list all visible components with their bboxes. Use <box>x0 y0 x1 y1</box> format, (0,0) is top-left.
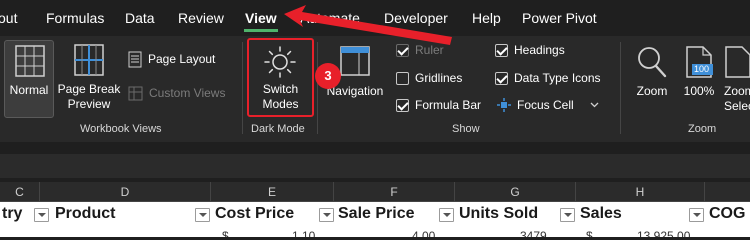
table-header-sale-price: Sale Price <box>338 205 415 222</box>
column-header-e[interactable]: E <box>211 182 334 202</box>
column-header-h[interactable]: H <box>576 182 705 202</box>
filter-dropdown-icon[interactable] <box>319 208 334 222</box>
sales-currency-symbol: $ <box>586 229 593 237</box>
table-header-cost-price: Cost Price <box>215 205 295 222</box>
table-header-product: Product <box>55 205 116 222</box>
sale-price-value[interactable]: 4.00 <box>412 229 435 237</box>
sales-value[interactable]: 13,925.00 <box>637 229 690 237</box>
units-sold-value[interactable]: 3479 <box>520 229 547 237</box>
formula-bar[interactable] <box>0 154 750 178</box>
filter-dropdown-icon[interactable] <box>195 208 210 222</box>
formula-bar-area <box>0 142 750 182</box>
column-header-row: C D E F G H <box>0 182 750 202</box>
filter-dropdown-icon[interactable] <box>560 208 575 222</box>
filter-dropdown-icon[interactable] <box>439 208 454 222</box>
table-header-units-sold: Units Sold <box>459 205 539 222</box>
filter-dropdown-icon[interactable] <box>34 208 49 222</box>
column-header-f[interactable]: F <box>334 182 455 202</box>
table-header-country: try <box>2 205 23 222</box>
column-header-g[interactable]: G <box>455 182 576 202</box>
filter-dropdown-icon[interactable] <box>689 208 704 222</box>
cost-currency-symbol: $ <box>222 229 229 237</box>
column-header-d[interactable]: D <box>40 182 211 202</box>
table-header-row: try Product Cost Price Sale Price Units … <box>0 202 750 226</box>
table-row: $ 1.10 4.00 3479 $ 13,925.00 <box>0 226 750 237</box>
table-header-sales: Sales <box>580 205 622 222</box>
table-header-cogs: COG <box>709 205 746 222</box>
column-header-c[interactable]: C <box>0 182 40 202</box>
cost-price-value[interactable]: 1.10 <box>292 229 315 237</box>
